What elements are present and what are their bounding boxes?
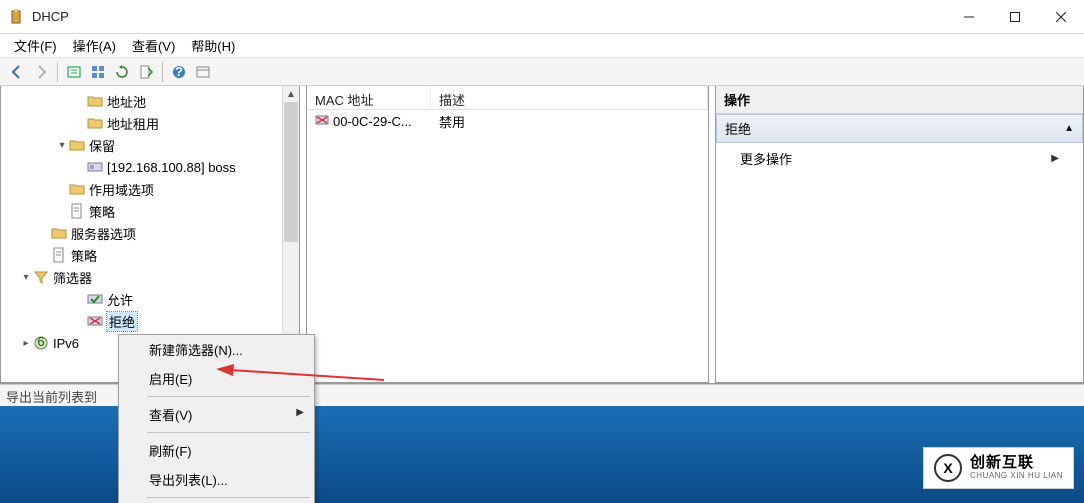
collapse-icon: ▲ — [1064, 123, 1074, 134]
menu-view[interactable]: 查看(V) — [126, 34, 181, 57]
expander-open-icon[interactable]: ▾ — [55, 140, 69, 151]
menu-separator — [147, 396, 310, 397]
tree-item-label: 地址池 — [107, 92, 146, 111]
close-button[interactable] — [1038, 1, 1084, 33]
doc-icon — [51, 247, 67, 263]
context-menu-item[interactable]: 刷新(F) — [119, 436, 314, 465]
tree-item-label: 允许 — [107, 290, 133, 309]
menu-separator — [147, 497, 310, 498]
toolbar-props-button[interactable] — [192, 61, 214, 83]
menu-help[interactable]: 帮助(H) — [185, 34, 241, 57]
watermark-cn: 创新互联 — [970, 455, 1063, 472]
context-menu-item[interactable]: 查看(V)▶ — [119, 400, 314, 429]
context-menu-item[interactable]: 导出列表(L)... — [119, 465, 314, 494]
tree-item[interactable]: ▾ 筛选器 — [1, 266, 299, 288]
menubar: 文件(F) 操作(A) 查看(V) 帮助(H) — [0, 34, 1084, 58]
toolbar-export-button[interactable] — [135, 61, 157, 83]
tree-item-label: 地址租用 — [107, 114, 159, 133]
ipv6-icon: 6 — [33, 335, 49, 351]
deny-icon — [315, 113, 329, 130]
chevron-right-icon: ▶ — [296, 407, 304, 418]
toolbar-separator — [57, 62, 58, 82]
tree-item[interactable]: 拒绝 — [1, 310, 299, 332]
status-text: 导出当前列表到 — [6, 390, 97, 405]
tree-item[interactable]: 服务器选项 — [1, 222, 299, 244]
cell-mac: 00-0C-29-C... — [307, 113, 431, 130]
folder-icon — [51, 225, 67, 241]
tree-item-label: 服务器选项 — [71, 224, 136, 243]
toolbar-action-button[interactable] — [63, 61, 85, 83]
tree-item-label: IPv6 — [53, 336, 79, 351]
column-desc[interactable]: 描述 — [431, 86, 708, 109]
watermark-logo: X — [934, 454, 962, 482]
tree-item[interactable]: 地址池 — [1, 90, 299, 112]
toolbar-refresh-button[interactable] — [111, 61, 133, 83]
scroll-thumb[interactable] — [284, 102, 298, 242]
nav-back-button[interactable] — [6, 61, 28, 83]
list-row[interactable]: 00-0C-29-C... 禁用 — [307, 110, 708, 132]
cell-mac-label: 00-0C-29-C... — [333, 114, 412, 129]
list-header: MAC 地址 描述 — [307, 86, 708, 110]
toolbar-view-button[interactable] — [87, 61, 109, 83]
actions-category-label: 拒绝 — [725, 119, 751, 138]
tree-item[interactable]: 地址租用 — [1, 112, 299, 134]
chevron-right-icon: ▶ — [1051, 153, 1059, 164]
toolbar: ? — [0, 58, 1084, 86]
actions-more-label: 更多操作 — [740, 149, 792, 168]
expander-closed-icon[interactable]: ▸ — [19, 338, 33, 349]
menu-action[interactable]: 操作(A) — [67, 34, 122, 57]
actions-category[interactable]: 拒绝 ▲ — [716, 114, 1083, 143]
tree-item[interactable]: 策略 — [1, 244, 299, 266]
app-icon — [8, 9, 24, 25]
maximize-button[interactable] — [992, 1, 1038, 33]
nav-forward-button[interactable] — [30, 61, 52, 83]
watermark: X 创新互联 CHUANG XIN HU LIAN — [923, 447, 1074, 489]
doc-icon — [69, 203, 85, 219]
card-icon — [87, 159, 103, 175]
column-mac[interactable]: MAC 地址 — [307, 86, 431, 109]
actions-header: 操作 — [716, 86, 1083, 114]
cell-desc: 禁用 — [431, 112, 708, 131]
allow-icon — [87, 291, 103, 307]
actions-more[interactable]: 更多操作 ▶ — [716, 143, 1083, 174]
tree-item[interactable]: [192.168.100.88] boss — [1, 156, 299, 178]
svg-text:6: 6 — [37, 335, 44, 349]
folder-icon — [69, 137, 85, 153]
window-title: DHCP — [32, 9, 946, 24]
context-menu: 新建筛选器(N)...启用(E)查看(V)▶刷新(F)导出列表(L)...帮助(… — [118, 334, 315, 503]
scroll-up-icon[interactable]: ▲ — [283, 86, 299, 102]
tree-item[interactable]: ▾ 保留 — [1, 134, 299, 156]
titlebar: DHCP — [0, 0, 1084, 34]
toolbar-separator — [162, 62, 163, 82]
list-pane: MAC 地址 描述 00-0C-29-C... 禁用 — [306, 86, 709, 383]
tree-item[interactable]: 作用域选项 — [1, 178, 299, 200]
tree-item-label: 策略 — [71, 246, 97, 265]
tree-item[interactable]: 策略 — [1, 200, 299, 222]
menu-separator — [147, 432, 310, 433]
actions-pane: 操作 拒绝 ▲ 更多操作 ▶ — [715, 86, 1084, 383]
deny-icon — [87, 313, 103, 329]
tree-item[interactable]: 允许 — [1, 288, 299, 310]
filter-icon — [33, 269, 49, 285]
tree-item-label: [192.168.100.88] boss — [107, 160, 236, 175]
folder-icon — [87, 93, 103, 109]
tree-item-label: 保留 — [89, 136, 115, 155]
tree-item-label: 策略 — [89, 202, 115, 221]
tree-item-label: 作用域选项 — [89, 180, 154, 199]
tree-item-label: 拒绝 — [107, 312, 137, 331]
context-menu-item[interactable]: 新建筛选器(N)... — [119, 335, 314, 364]
watermark-en: CHUANG XIN HU LIAN — [970, 472, 1063, 481]
context-menu-item[interactable]: 启用(E) — [119, 364, 314, 393]
tree-item-label: 筛选器 — [53, 268, 92, 287]
toolbar-help-button[interactable]: ? — [168, 61, 190, 83]
minimize-button[interactable] — [946, 1, 992, 33]
expander-open-icon[interactable]: ▾ — [19, 272, 33, 283]
window-controls — [946, 1, 1084, 33]
folder-icon — [69, 181, 85, 197]
menu-file[interactable]: 文件(F) — [8, 34, 63, 57]
folder-icon — [87, 115, 103, 131]
svg-text:?: ? — [175, 64, 183, 79]
